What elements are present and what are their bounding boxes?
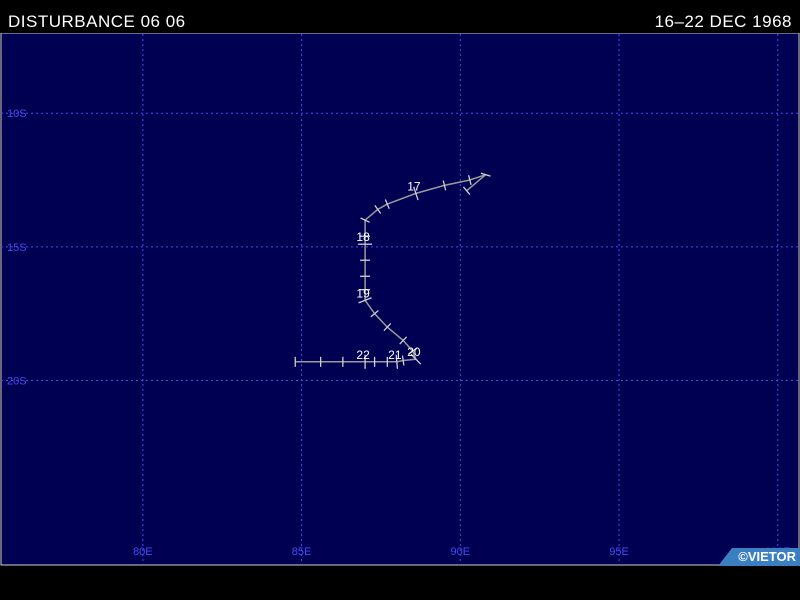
day-label: 19 [356,286,370,300]
lon-label: 85E [292,546,312,558]
lat-label: 15S [7,242,27,254]
lat-label: 20S [7,376,27,388]
day-label: 20 [407,345,421,359]
day-label: 18 [356,230,370,244]
lon-label: 90E [451,546,471,558]
track-map: 10S15S20S80E85E90E95E100E 171819202122 [0,33,800,566]
lat-label: 10S [7,108,27,120]
day-label: 22 [356,348,370,362]
lon-label: 95E [609,546,629,558]
day-label: 17 [407,179,421,193]
date-range: 16–22 DEC 1968 [654,12,792,31]
credit-badge: ©VIETOR [718,548,800,566]
lon-label: 80E [133,546,153,558]
map-title: DISTURBANCE 06 06 [8,12,186,31]
day-label: 21 [388,348,402,362]
ocean-area [0,33,800,566]
